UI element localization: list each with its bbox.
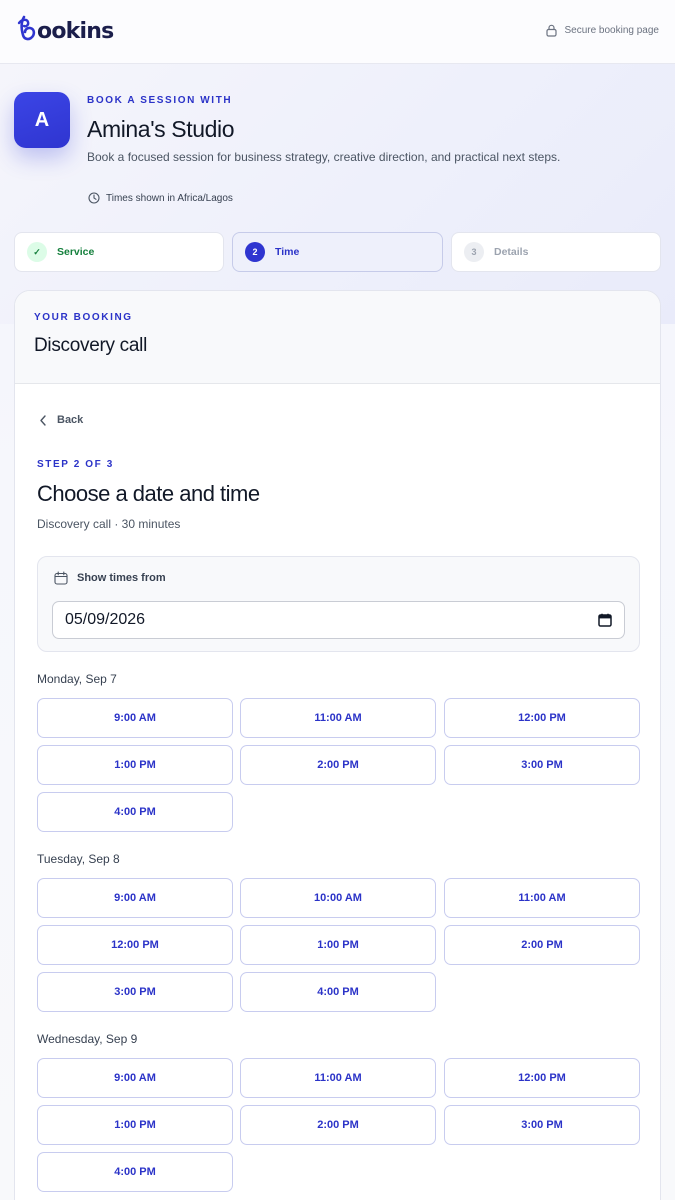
step-number: 3 xyxy=(464,242,484,262)
timezone-label: Times shown in Africa/Lagos xyxy=(106,192,233,204)
step-time[interactable]: 2 Time xyxy=(232,232,443,272)
day-heading: Wednesday, Sep 9 xyxy=(37,1032,138,1046)
calendar-icon xyxy=(54,571,68,585)
time-slot[interactable]: 4:00 PM xyxy=(37,792,233,832)
time-slot[interactable]: 11:00 AM xyxy=(240,698,436,738)
time-slot[interactable]: 1:00 PM xyxy=(240,925,436,965)
clock-icon xyxy=(88,192,100,204)
brand-name: ookins xyxy=(37,18,114,44)
step-label: Details xyxy=(494,246,529,258)
time-slot[interactable]: 4:00 PM xyxy=(37,1152,233,1192)
time-slot[interactable]: 9:00 AM xyxy=(37,1058,233,1098)
studio-description: Book a focused session for business stra… xyxy=(87,150,561,164)
booking-summary: YOUR BOOKING Discovery call xyxy=(15,291,660,384)
time-slot[interactable]: 3:00 PM xyxy=(444,1105,640,1145)
time-slot[interactable]: 9:00 AM xyxy=(37,878,233,918)
hero-eyebrow: BOOK A SESSION WITH xyxy=(87,95,233,106)
time-slot[interactable]: 2:00 PM xyxy=(240,745,436,785)
time-slot[interactable]: 12:00 PM xyxy=(444,1058,640,1098)
time-slot[interactable]: 3:00 PM xyxy=(444,745,640,785)
day-heading: Tuesday, Sep 8 xyxy=(37,852,120,866)
step-service[interactable]: ✓ Service xyxy=(14,232,224,272)
booking-service: Discovery call xyxy=(34,335,147,356)
time-slot[interactable]: 12:00 PM xyxy=(444,698,640,738)
step-indicator: STEP 2 OF 3 xyxy=(37,459,114,470)
date-filter: Show times from 05/09/2026 xyxy=(37,556,640,652)
date-filter-label: Show times from xyxy=(54,571,166,585)
time-slot[interactable]: 10:00 AM xyxy=(240,878,436,918)
brand-logo[interactable]: ookins xyxy=(16,12,114,46)
date-filter-text: Show times from xyxy=(77,572,166,584)
back-label: Back xyxy=(57,414,84,426)
studio-name: Amina's Studio xyxy=(87,116,235,142)
time-slot[interactable]: 11:00 AM xyxy=(240,1058,436,1098)
calendar-picker-icon[interactable] xyxy=(598,613,612,627)
day-heading: Monday, Sep 7 xyxy=(37,672,117,686)
time-slot[interactable]: 1:00 PM xyxy=(37,745,233,785)
check-icon: ✓ xyxy=(27,242,47,262)
time-slot[interactable]: 1:00 PM xyxy=(37,1105,233,1145)
back-button[interactable]: Back xyxy=(39,414,83,426)
top-bar: ookins Secure booking page xyxy=(0,0,675,64)
time-slot[interactable]: 9:00 AM xyxy=(37,698,233,738)
time-slot[interactable]: 2:00 PM xyxy=(240,1105,436,1145)
date-input[interactable]: 05/09/2026 xyxy=(52,601,625,639)
time-slot[interactable]: 3:00 PM xyxy=(37,972,233,1012)
booking-card: YOUR BOOKING Discovery call Back STEP 2 … xyxy=(14,290,661,1200)
page-subtitle: Discovery call · 30 minutes xyxy=(37,517,181,531)
step-label: Time xyxy=(275,246,300,258)
timezone-note: Times shown in Africa/Lagos xyxy=(88,192,233,204)
chevron-left-icon xyxy=(40,414,46,426)
page-title: Choose a date and time xyxy=(37,481,260,506)
step-details: 3 Details xyxy=(451,232,661,272)
step-label: Service xyxy=(57,246,95,258)
time-slot[interactable]: 2:00 PM xyxy=(444,925,640,965)
studio-avatar: A xyxy=(14,92,70,148)
date-value: 05/09/2026 xyxy=(65,611,146,628)
time-slot[interactable]: 12:00 PM xyxy=(37,925,233,965)
time-slot[interactable]: 4:00 PM xyxy=(240,972,436,1012)
secure-label: Secure booking page xyxy=(564,25,659,36)
lock-icon xyxy=(546,24,558,37)
booking-eyebrow: YOUR BOOKING xyxy=(34,312,133,323)
time-slot[interactable]: 11:00 AM xyxy=(444,878,640,918)
secure-badge: Secure booking page xyxy=(546,24,659,37)
step-number: 2 xyxy=(245,242,265,262)
